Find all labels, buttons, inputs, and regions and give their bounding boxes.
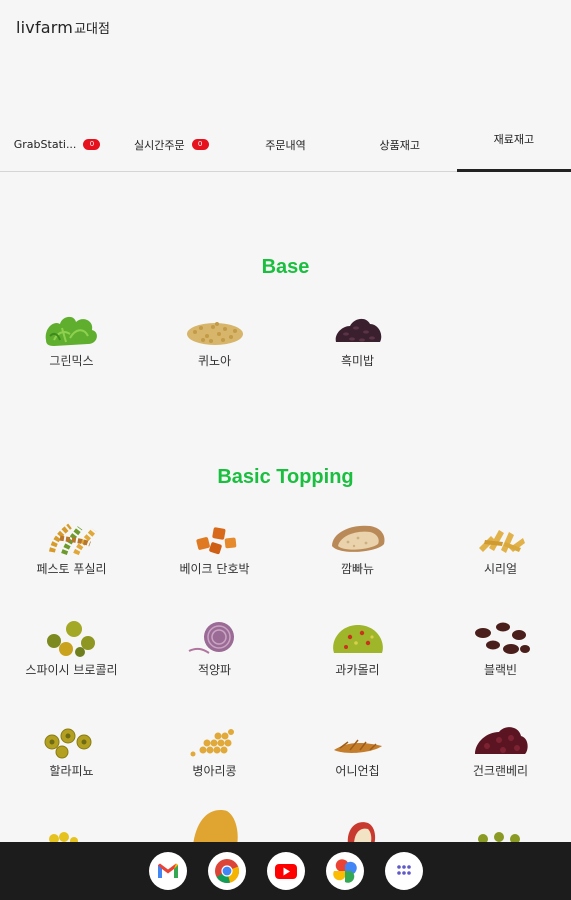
app-header: livfarm 교대점 [0, 0, 571, 60]
partially-visible-ingredient-row [0, 805, 571, 842]
photos-icon[interactable] [325, 852, 364, 890]
ingredient-item[interactable]: 깜빠뉴 [286, 518, 429, 619]
tab-bar: GrabStati... 0 실시간주문 0 주문내역 상품재고 재료재고 [0, 118, 571, 172]
ingredient-label: 블랙빈 [483, 663, 518, 677]
ingredient-item[interactable]: 페스토 푸실리 [0, 518, 143, 619]
ingredient-label: 스파이시 브로콜리 [25, 663, 118, 677]
red-onion-icon [188, 622, 234, 654]
ingredient-label: 시리얼 [483, 562, 518, 576]
greens-icon [45, 316, 97, 346]
ingredient-item[interactable]: 시리얼 [429, 518, 571, 619]
ingredient-label: 깜빠뉴 [340, 562, 375, 576]
ingredient-label: 페스토 푸실리 [36, 562, 107, 576]
store-brand: livfarm 교대점 [16, 18, 110, 37]
basic-topping-grid: 페스토 푸실리 베이크 단호박 깜빠뉴 시리얼 스파이시 브로콜리 적양파 과카… [0, 518, 571, 821]
ingredient-item[interactable]: 베이크 단호박 [143, 518, 286, 619]
gmail-icon[interactable] [148, 852, 187, 890]
black-bean-icon [474, 622, 530, 654]
brand-logo: livfarm [16, 18, 74, 37]
ingredient-label: 퀴노아 [197, 354, 232, 368]
base-ingredient-grid: 그린믹스 퀴노아 흑미밥 [0, 310, 571, 411]
partial-ingredient-item[interactable] [429, 805, 571, 842]
tab-label: 실시간주문 [134, 138, 185, 152]
tab-ingredient-stock[interactable]: 재료재고 [456, 118, 571, 172]
youtube-icon[interactable] [266, 852, 305, 890]
order-count-badge: 0 [191, 139, 209, 150]
chrome-icon[interactable] [207, 852, 246, 890]
cranberry-icon [474, 727, 528, 754]
app-dock [0, 842, 571, 900]
ingredient-label: 병아리콩 [192, 764, 237, 778]
black-rice-icon [335, 318, 381, 342]
partial-ingredient-item[interactable] [0, 805, 143, 842]
ingredient-label: 할라피뇨 [49, 764, 94, 778]
section-title-basic-topping: Basic Topping [217, 466, 354, 488]
ingredient-item[interactable]: 스파이시 브로콜리 [0, 619, 143, 720]
ingredient-label: 건크랜베리 [472, 764, 529, 778]
partial-ingredient-item[interactable] [143, 805, 286, 842]
jalapeno-icon [44, 728, 91, 759]
quinoa-icon [186, 322, 243, 345]
onion-chip-icon [333, 739, 382, 753]
ingredient-label: 베이크 단호박 [179, 562, 250, 576]
pumpkin-icon [195, 527, 236, 555]
ingredient-item[interactable]: 과카몰리 [286, 619, 429, 720]
guacamole-icon [332, 625, 383, 653]
order-count-badge: 0 [83, 139, 101, 150]
tab-grabstation[interactable]: GrabStati... 0 [0, 118, 114, 171]
olive-icon [477, 832, 520, 842]
ingredient-item[interactable]: 흑미밥 [286, 310, 429, 411]
tab-product-stock[interactable]: 상품재고 [343, 118, 457, 171]
tab-label: 주문내역 [265, 138, 306, 152]
ingredient-item[interactable]: 퀴노아 [143, 310, 286, 411]
ingredient-label: 어니언칩 [335, 764, 380, 778]
tab-realtime-orders[interactable]: 실시간주문 0 [114, 118, 228, 171]
section-title-base: Base [261, 256, 310, 278]
ingredient-label: 흑미밥 [340, 354, 375, 368]
ingredient-label: 적양파 [197, 663, 232, 677]
fusilli-icon [48, 523, 96, 556]
bread-icon [331, 525, 384, 552]
app-drawer-icon[interactable] [384, 852, 423, 890]
tab-order-history[interactable]: 주문내역 [228, 118, 342, 171]
ingredient-item[interactable]: 그린믹스 [0, 310, 143, 411]
ingredient-label: 과카몰리 [335, 663, 380, 677]
chickpea-icon [190, 729, 234, 757]
corn-icon [48, 832, 78, 842]
ingredient-item[interactable]: 블랙빈 [429, 619, 571, 720]
tortilla-chip-icon [193, 810, 238, 842]
tab-label: 상품재고 [379, 138, 420, 152]
ingredient-label: 그린믹스 [49, 354, 94, 368]
ingredient-item[interactable]: 적양파 [143, 619, 286, 720]
tab-label: 재료재고 [493, 132, 535, 146]
tab-label: GrabStati... [13, 138, 77, 151]
cereal-icon [478, 530, 525, 553]
apple-icon [347, 822, 375, 842]
broccoli-icon [46, 621, 95, 657]
partial-ingredient-item[interactable] [286, 805, 429, 842]
store-name: 교대점 [74, 22, 110, 37]
